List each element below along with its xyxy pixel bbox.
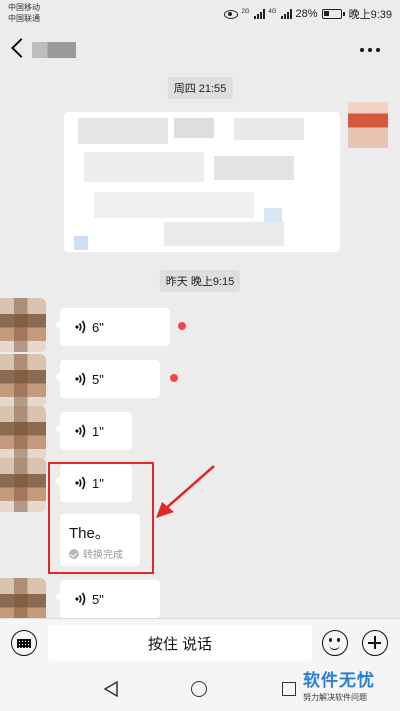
voice-wave-icon — [75, 424, 86, 438]
network-label-2: 4G — [268, 8, 277, 15]
carrier-label-1: 中国移动 — [8, 3, 40, 12]
carrier-label-2: 中国联通 — [8, 14, 40, 23]
voice-wave-icon — [75, 320, 86, 334]
watermark-subtitle: 努力解决软件问题 — [303, 693, 367, 702]
contact-avatar[interactable] — [0, 578, 46, 618]
voice-wave-icon — [75, 592, 86, 606]
eye-comfort-icon — [223, 9, 238, 19]
blurred-message-bubble[interactable] — [64, 112, 340, 252]
voice-message-bubble[interactable]: 1" — [55, 412, 132, 450]
plus-icon[interactable] — [362, 630, 388, 656]
more-options-icon[interactable] — [360, 48, 380, 52]
chat-message-list[interactable]: 周四 21:55 昨天 晚上9:15 6" 5" 1" 1" The。 转换完成… — [0, 72, 400, 618]
signal-icon-2 — [280, 9, 292, 19]
watermark: 软件无忧 努力解决软件问题 — [303, 666, 397, 710]
watermark-title: 软件无忧 — [303, 671, 375, 690]
contact-name-blurred — [32, 42, 76, 58]
back-arrow-icon[interactable] — [11, 38, 31, 58]
contact-avatar[interactable] — [0, 354, 46, 408]
emoji-icon[interactable] — [322, 630, 348, 656]
voice-duration: 1" — [92, 423, 104, 439]
nav-recent-icon[interactable] — [282, 682, 296, 696]
annotation-arrow-icon — [156, 465, 215, 518]
my-avatar[interactable] — [348, 102, 388, 148]
timestamp-label: 周四 21:55 — [167, 77, 233, 99]
nav-home-icon[interactable] — [191, 681, 207, 697]
contact-avatar[interactable] — [0, 298, 46, 352]
chat-title-bar — [0, 28, 400, 72]
contact-avatar[interactable] — [0, 458, 46, 512]
status-bar: 中国移动 中国联通 2G 4G 28% 晚上9:39 — [0, 0, 400, 28]
network-label-1: 2G — [241, 8, 250, 15]
voice-message-bubble[interactable]: 5" — [55, 580, 160, 618]
unread-dot — [178, 322, 186, 330]
contact-avatar[interactable] — [0, 406, 46, 460]
timestamp-label: 昨天 晚上9:15 — [159, 270, 241, 292]
voice-duration: 5" — [92, 371, 104, 387]
voice-duration: 5" — [92, 591, 104, 607]
battery-percent: 28% — [295, 8, 318, 20]
status-time: 晚上9:39 — [348, 9, 392, 21]
voice-wave-icon — [75, 372, 86, 386]
annotation-highlight-box — [48, 462, 154, 574]
signal-icon — [253, 9, 265, 19]
voice-duration: 6" — [92, 319, 104, 335]
nav-back-icon[interactable] — [102, 680, 120, 698]
hold-to-talk-button[interactable]: 按住 说话 — [48, 625, 312, 661]
voice-message-bubble[interactable]: 5" — [55, 360, 160, 398]
keyboard-icon[interactable] — [11, 630, 37, 656]
voice-message-bubble[interactable]: 6" — [55, 308, 170, 346]
message-input-bar: 按住 说话 — [0, 618, 400, 666]
unread-dot — [170, 374, 178, 382]
battery-icon — [321, 9, 345, 19]
